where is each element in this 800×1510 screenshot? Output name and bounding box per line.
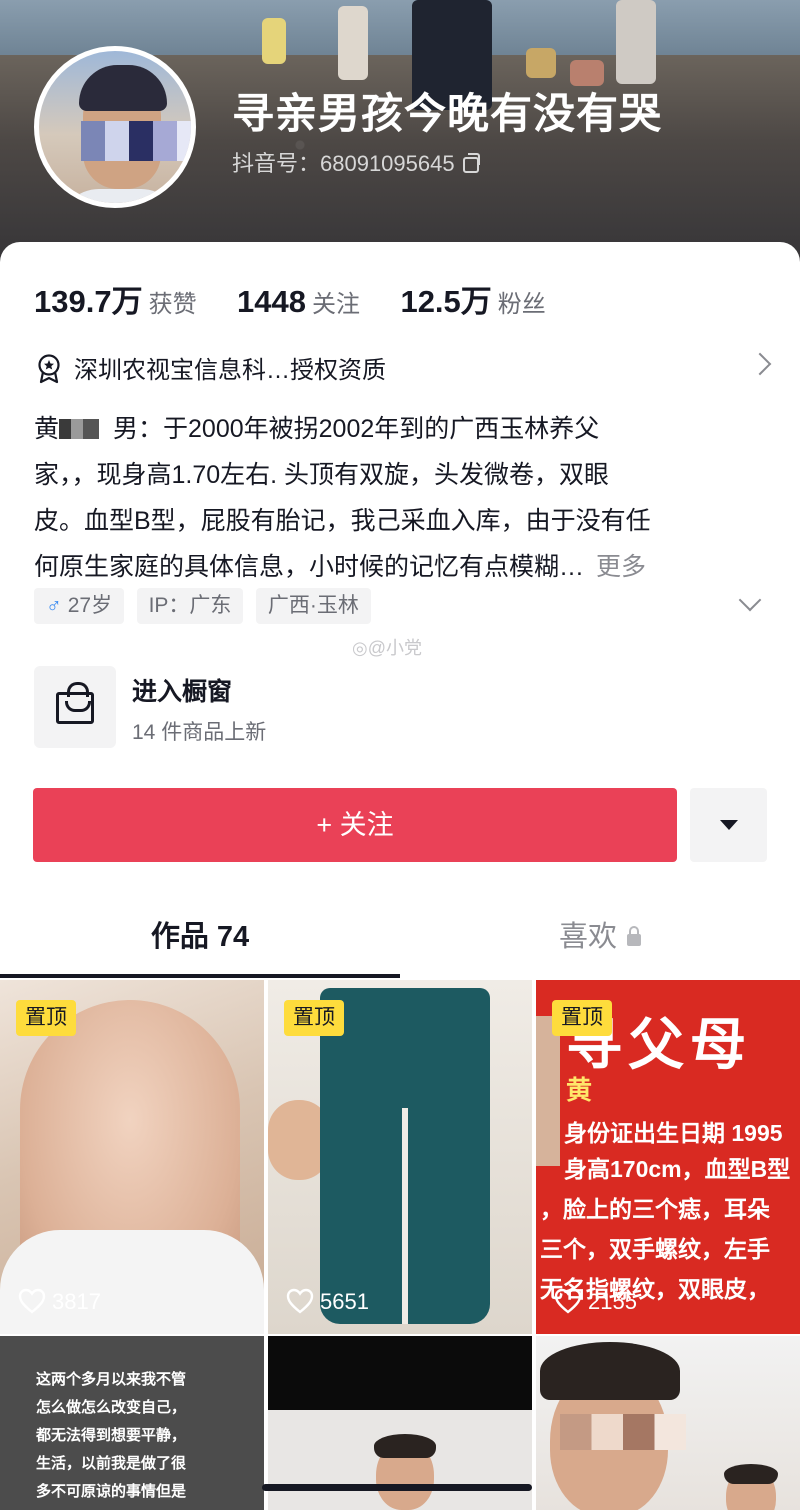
tag-age: 27岁 [67,594,113,617]
thumbnail-image [320,988,490,1324]
home-indicator[interactable] [262,1484,532,1491]
stat-value: 1448 [237,284,306,319]
pinned-badge: 置顶 [16,1000,76,1036]
stat-followers[interactable]: 12.5万 粉丝 [400,276,545,321]
avatar-hair [79,65,167,111]
stat-label: 粉丝 [497,291,546,318]
heart-icon [18,1288,46,1314]
stat-label: 获赞 [148,291,197,318]
thumbnail-image [0,1230,264,1334]
thumbnail-image [540,1342,680,1400]
tag-ip: IP：广东 [136,588,244,624]
certification-badge-icon [38,354,60,384]
showcase-subtitle: 14 件商品上新 [132,721,267,744]
chevron-right-icon [748,352,772,376]
profile-nickname: 寻亲男孩今晚有没有哭 [232,90,663,137]
stat-likes[interactable]: 139.7万 获赞 [34,276,197,321]
thumbnail-image [724,1464,778,1484]
bio-more-link[interactable]: 更多 [596,553,646,581]
bio-line: 家，，现身高1.70左右. 头顶有双旋，头发微卷，双眼 [34,461,610,489]
showcase-icon-box [34,666,116,748]
bio-name: 黄 [34,415,60,443]
video-thumbnail[interactable]: 置顶 3817 [0,980,264,1334]
video-thumbnail[interactable]: 置顶 5651 [268,980,532,1334]
active-tab-indicator [0,974,400,978]
like-count: 2155 [554,1288,637,1316]
weibo-icon: ◎ [352,638,368,658]
text-card-line: 多不可原谅的事情但是 [36,1483,187,1500]
banner-figure [262,18,286,64]
thumbnail-image [536,1016,560,1166]
banner-figure [338,6,368,80]
caret-down-icon [720,820,738,830]
showcase-title: 进入橱窗 [132,678,233,706]
like-count: 5651 [286,1288,369,1316]
poster-line: ，脸上的三个痣，耳朵 [540,1196,770,1222]
like-count-value: 3817 [52,1289,101,1314]
text-card-line: 怎么做怎么改变自己， [36,1399,187,1416]
male-icon: ♂ [46,594,62,617]
chevron-down-icon[interactable] [738,588,762,612]
certification-text: 深圳农视宝信息科…授权资质 [74,357,386,384]
poster-name: 黄 [566,1075,593,1105]
stat-label: 关注 [312,291,360,318]
lock-icon [627,926,641,946]
video-thumbnail[interactable] [536,1336,800,1510]
bio-text: 何原生家庭的具体信息，小时候的记忆有点模糊… [34,553,585,581]
tab-likes-label: 喜欢 [558,921,617,953]
tags-row: ♂ 27岁 IP：广东 广西·玉林 [34,588,774,624]
like-count: 3817 [18,1288,101,1316]
douyin-id: 抖音号：68091095645 [232,146,480,178]
poster-line: 身份证出生日期 1995 [564,1120,783,1146]
heart-icon [286,1288,314,1314]
like-count-value: 5651 [320,1289,369,1314]
banner-figure [526,48,556,78]
watermark-text: @小党 [367,638,422,658]
stats-row: 139.7万 获赞 1448 关注 12.5万 粉丝 [34,276,582,321]
avatar-mosaic [81,121,191,161]
video-grid: 置顶 3817 置顶 5651 寻父母 黄 身份证出生日期 1995 身高170… [0,980,800,1510]
certification-row[interactable]: 深圳农视宝信息科…授权资质 [34,350,774,386]
more-options-button[interactable] [690,788,767,862]
copy-icon[interactable] [462,153,480,173]
text-card: 这两个多月以来我不管 怎么做怎么改变自己， 都无法得到想要平静， 生活，以前我是… [36,1366,236,1506]
video-thumbnail[interactable]: 寻父母 黄 身份证出生日期 1995 身高170cm，血型B型 ，脸上的三个痣，… [536,980,800,1334]
pinned-badge: 置顶 [552,1000,612,1036]
mosaic-blur [560,1414,686,1450]
profile-banner: 寻亲男孩今晚有没有哭 抖音号：68091095645 [0,0,800,270]
banner-figure [616,0,656,84]
poster-line: 三个，双手螺纹，左手 [540,1236,770,1262]
stat-following[interactable]: 1448 关注 [237,284,360,320]
text-card-line: 生活，以前我是做了很 [36,1455,187,1472]
stat-value: 139.7万 [34,284,143,319]
heart-icon [554,1288,582,1314]
profile-card: 139.7万 获赞 1448 关注 12.5万 粉丝 深圳农视宝信息科…授权资质 黄 男… [0,242,800,1510]
like-count-value: 2155 [588,1289,637,1314]
watermark: ◎@小党 [352,634,422,660]
thumbnail-image [374,1434,436,1458]
text-card-line: 这两个多月以来我不管 [36,1371,187,1388]
avatar[interactable] [34,46,196,208]
douyin-id-text: 抖音号：68091095645 [232,151,455,176]
showcase-entry[interactable]: 进入橱窗 14 件商品上新 [34,666,534,748]
poster-line: 身高170cm，血型B型 [564,1156,791,1182]
bio-text: 男：于2000年被拐2002年到的广西玉林养父 [113,415,600,443]
stat-value: 12.5万 [400,284,492,319]
video-thumbnail[interactable]: 这两个多月以来我不管 怎么做怎么改变自己， 都无法得到想要平静， 生活，以前我是… [0,1336,264,1510]
bio-line: 何原生家庭的具体信息，小时候的记忆有点模糊… 更多 [34,544,764,590]
shopping-bag-icon [56,682,94,724]
follow-button[interactable]: + 关注 [33,788,677,862]
tag-location: 广西·玉林 [255,588,371,624]
text-card-line: 都无法得到想要平静， [36,1427,187,1444]
tab-likes[interactable]: 喜欢 [400,906,800,974]
tag-gender-age: ♂ 27岁 [34,588,125,624]
bio: 黄 男：于2000年被拐2002年到的广西玉林养父 家，，现身高1.70左右. 头… [34,406,764,590]
pinned-badge: 置顶 [284,1000,344,1036]
tab-works[interactable]: 作品 74 [0,906,400,974]
mosaic-blur [59,419,100,439]
content-tabs: 作品 74 喜欢 [0,906,800,978]
bio-line: 皮。血型B型，屁股有胎记，我己采血入库，由于没有任 [34,507,651,535]
bio-line: 黄 男：于2000年被拐2002年到的广西玉林养父 [34,406,764,452]
